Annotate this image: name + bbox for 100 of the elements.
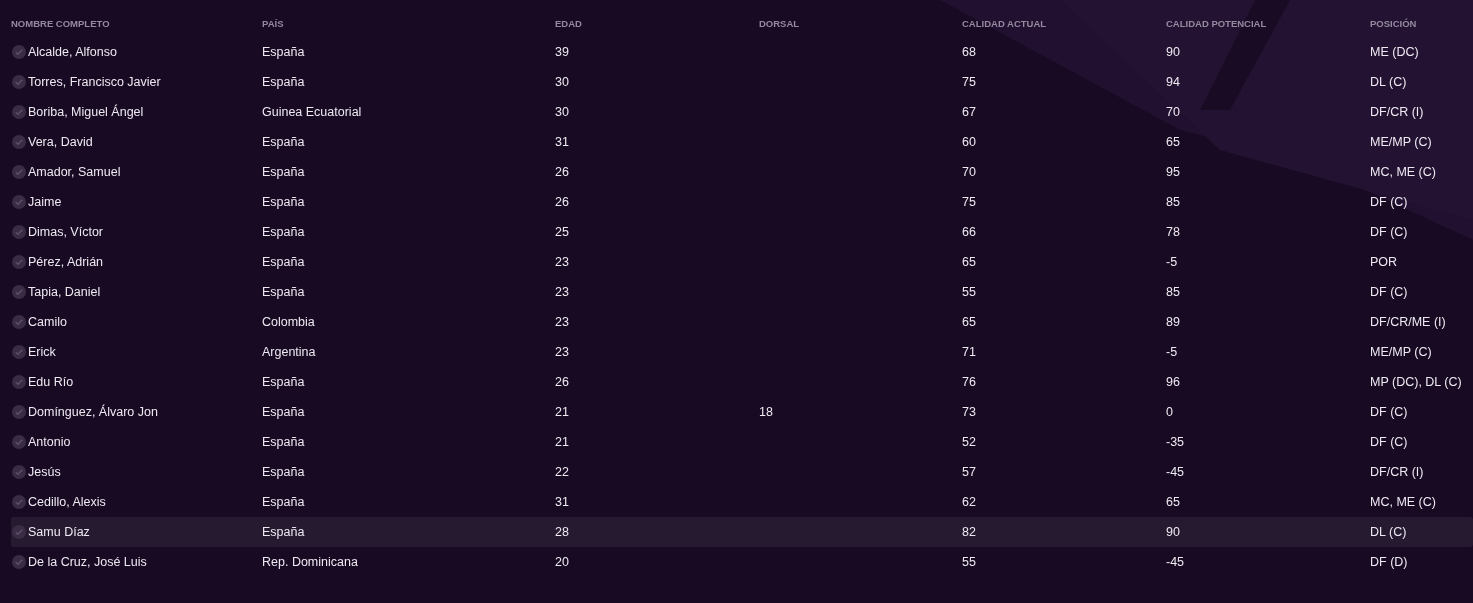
- check-circle-icon: [12, 315, 26, 329]
- table-cell: -5: [1166, 345, 1178, 359]
- table-cell: Argentina: [262, 345, 316, 359]
- player-name[interactable]: Domínguez, Álvaro Jon: [28, 405, 158, 419]
- table-cell: 65: [962, 255, 976, 269]
- table-cell: 90: [1166, 525, 1180, 539]
- check-circle-icon: [12, 285, 26, 299]
- check-circle-icon: [12, 525, 26, 539]
- table-cell: 65: [1166, 135, 1180, 149]
- check-circle-icon: [12, 75, 26, 89]
- table-cell: 39: [555, 45, 569, 59]
- table-row-highlight[interactable]: Samu Díaz España 28 82 90 DL (C): [11, 517, 1473, 547]
- table-cell: 21: [555, 435, 569, 449]
- table-cell: POR: [1370, 255, 1398, 269]
- table-cell: 23: [555, 255, 569, 269]
- table-cell: DF (C): [1370, 435, 1408, 449]
- column-header[interactable]: EDAD: [544, 17, 748, 29]
- table-cell: 20: [555, 555, 569, 569]
- table-cell: DL (C): [1370, 75, 1407, 89]
- table-cell: España: [262, 135, 305, 149]
- player-name[interactable]: Pérez, Adrián: [28, 255, 104, 269]
- player-name[interactable]: Jesús: [28, 465, 61, 479]
- column-header[interactable]: DORSAL: [748, 17, 951, 29]
- table-cell: 28: [555, 525, 569, 539]
- table-cell: -5: [1166, 255, 1178, 269]
- table-cell: 21: [555, 405, 569, 419]
- table-cell: España: [262, 525, 305, 539]
- table-cell: España: [262, 195, 305, 209]
- table-cell: 95: [1166, 165, 1180, 179]
- table-cell: 55: [962, 555, 976, 569]
- table-cell: Colombia: [262, 315, 315, 329]
- table-cell: España: [262, 465, 305, 479]
- table-cell: MP (DC), DL (C): [1370, 375, 1462, 389]
- column-header[interactable]: POSICIÓN: [1359, 17, 1473, 29]
- table-cell: 26: [555, 195, 569, 209]
- table-cell: 31: [555, 495, 569, 509]
- table-cell: DF/CR (I): [1370, 105, 1424, 119]
- table-cell: 26: [555, 165, 569, 179]
- player-name[interactable]: Samu Díaz: [28, 525, 90, 539]
- player-name[interactable]: Vera, David: [28, 135, 93, 149]
- table-cell: MC, ME (C): [1370, 495, 1436, 509]
- table-cell: 0: [1166, 405, 1173, 419]
- table-cell: -45: [1166, 465, 1185, 479]
- player-name[interactable]: Boriba, Miguel Ángel: [28, 105, 144, 119]
- player-name[interactable]: Dimas, Víctor: [28, 225, 103, 239]
- check-circle-icon: [12, 345, 26, 359]
- table-cell: 55: [962, 285, 976, 299]
- player-name[interactable]: Antonio: [28, 435, 71, 449]
- check-circle-icon: [12, 195, 26, 209]
- player-name[interactable]: Jaime: [28, 195, 62, 209]
- player-name[interactable]: Camilo: [28, 315, 67, 329]
- table-cell: 68: [962, 45, 976, 59]
- player-name[interactable]: Torres, Francisco Javier: [28, 75, 161, 89]
- table-cell: 71: [962, 345, 976, 359]
- player-name[interactable]: Cedillo, Alexis: [28, 495, 106, 509]
- table-cell: 23: [555, 345, 569, 359]
- check-circle-icon: [12, 255, 26, 269]
- table-cell: España: [262, 285, 305, 299]
- column-header[interactable]: CALIDAD POTENCIAL: [1155, 17, 1359, 29]
- player-name[interactable]: Edu Río: [28, 375, 74, 389]
- table-cell: DL (C): [1370, 525, 1407, 539]
- check-circle-icon: [12, 405, 26, 419]
- check-circle-icon: [12, 375, 26, 389]
- table-cell: DF/CR (I): [1370, 465, 1424, 479]
- table-cell: DF (D): [1370, 555, 1408, 569]
- table-cell: DF/CR/ME (I): [1370, 315, 1446, 329]
- table-cell: España: [262, 165, 305, 179]
- table-cell: 23: [555, 285, 569, 299]
- table-cell: 60: [962, 135, 976, 149]
- column-header[interactable]: CALIDAD ACTUAL: [951, 17, 1155, 29]
- player-name[interactable]: Alcalde, Alfonso: [28, 45, 117, 59]
- table-cell: ME (DC): [1370, 45, 1419, 59]
- table-cell: 78: [1166, 225, 1180, 239]
- player-name[interactable]: De la Cruz, José Luis: [28, 555, 147, 569]
- table-cell: 18: [759, 405, 773, 419]
- table-cell: 22: [555, 465, 569, 479]
- check-circle-icon: [12, 165, 26, 179]
- table-cell: 94: [1166, 75, 1180, 89]
- table-cell: ME/MP (C): [1370, 345, 1432, 359]
- table-cell: 66: [962, 225, 976, 239]
- table-cell: España: [262, 495, 305, 509]
- column-header[interactable]: NOMBRE COMPLETO: [0, 17, 251, 29]
- table-cell: 57: [962, 465, 976, 479]
- table-cell: 23: [555, 315, 569, 329]
- table-cell: 82: [962, 525, 976, 539]
- table-cell: MC, ME (C): [1370, 165, 1436, 179]
- table-cell: ME/MP (C): [1370, 135, 1432, 149]
- table-cell: España: [262, 255, 305, 269]
- player-name[interactable]: Amador, Samuel: [28, 165, 121, 179]
- player-name[interactable]: Tapia, Daniel: [28, 285, 101, 299]
- check-circle-icon: [12, 465, 26, 479]
- check-circle-icon: [12, 105, 26, 119]
- table-cell: DF (C): [1370, 225, 1408, 239]
- table-cell: España: [262, 75, 305, 89]
- table-cell: España: [262, 375, 305, 389]
- table-cell: 30: [555, 75, 569, 89]
- table-cell: 52: [962, 435, 976, 449]
- table-cell: 26: [555, 375, 569, 389]
- column-header[interactable]: PAÍS: [251, 17, 544, 29]
- player-name[interactable]: Erick: [28, 345, 56, 359]
